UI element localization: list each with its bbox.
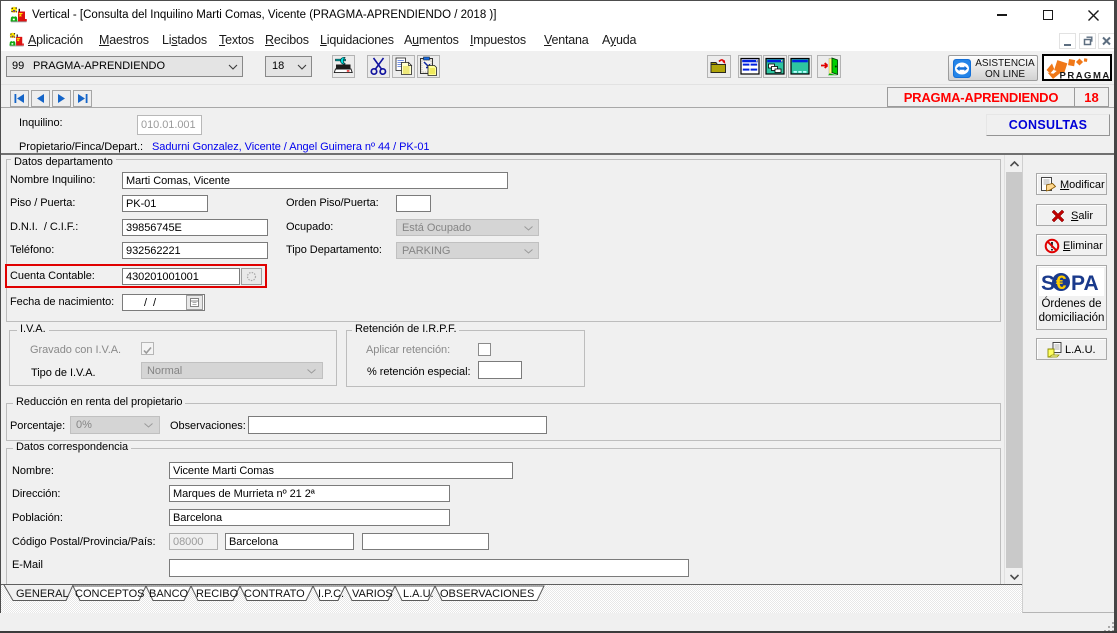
svg-text:L.A.U.: L.A.U.: [403, 588, 434, 600]
svg-text:GENERAL: GENERAL: [16, 588, 69, 600]
svg-text:VARIOS: VARIOS: [352, 588, 393, 600]
svg-text:CONCEPTOS: CONCEPTOS: [75, 588, 144, 600]
svg-text:PA: PA: [1071, 272, 1099, 295]
svg-text:OBSERVACIONES: OBSERVACIONES: [440, 588, 534, 600]
svg-text:€: €: [1056, 273, 1067, 294]
svg-text:BANCO: BANCO: [149, 588, 189, 600]
svg-text:I.P.C.: I.P.C.: [318, 588, 344, 600]
svg-text:CONTRATO: CONTRATO: [244, 588, 305, 600]
svg-text:RECIBO: RECIBO: [196, 588, 239, 600]
svg-text:PRAGMA: PRAGMA: [1060, 71, 1111, 82]
